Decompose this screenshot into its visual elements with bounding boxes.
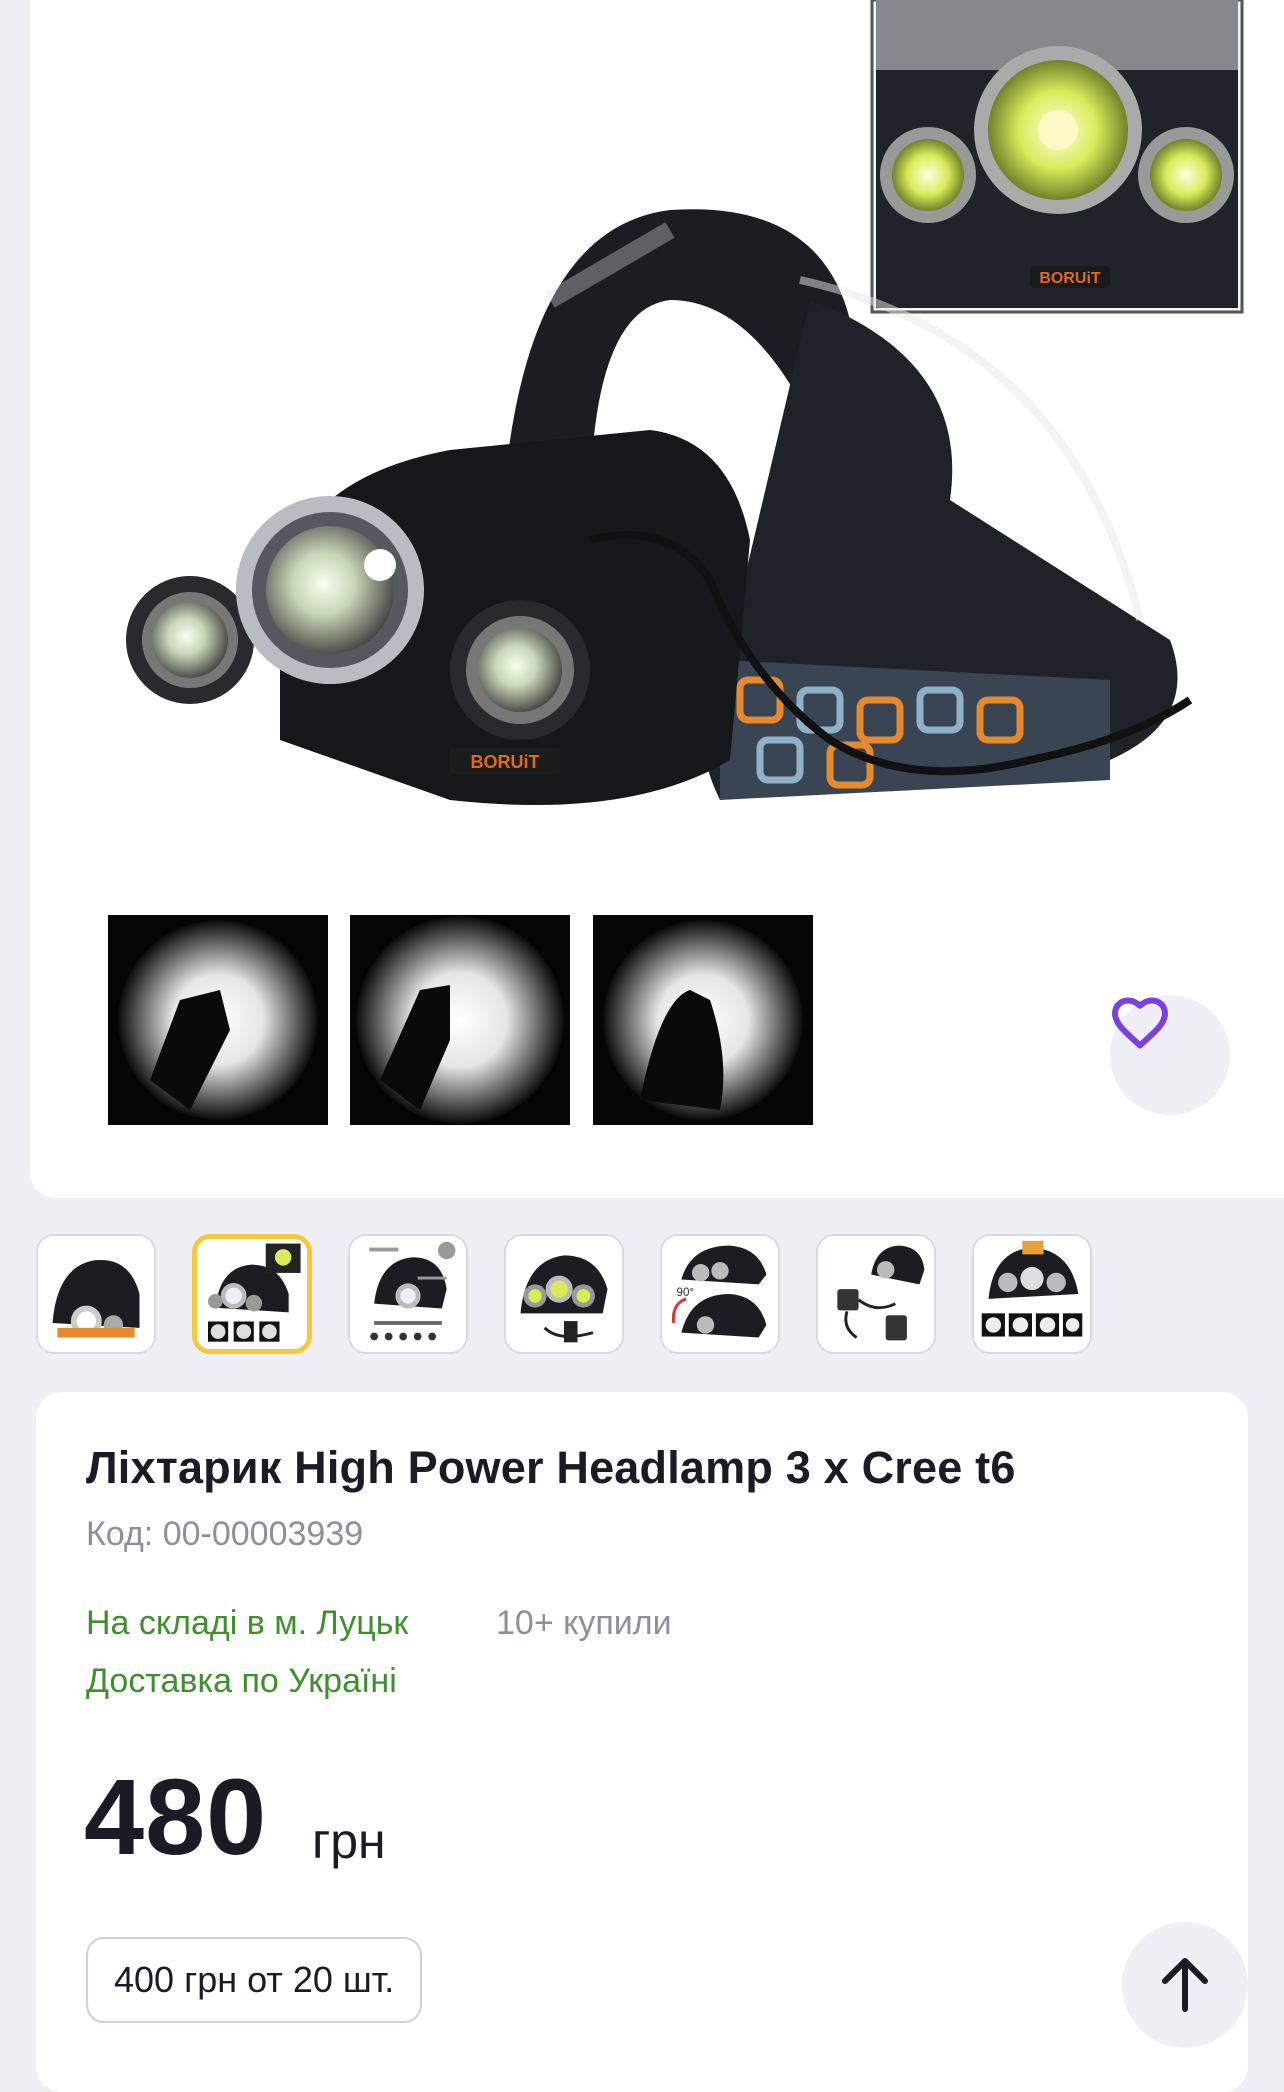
thumbnail-6[interactable] (816, 1234, 936, 1354)
scroll-to-top-button[interactable] (1122, 1922, 1248, 2048)
thumbnail-1[interactable] (36, 1234, 156, 1354)
delivery-info: Доставка по Україні (86, 1662, 397, 1700)
svg-text:90°: 90° (677, 1286, 695, 1299)
product-price: 480 (84, 1756, 268, 1877)
thumbnail-4[interactable] (504, 1234, 624, 1354)
product-image-card[interactable]: BORUiT BORUiT (30, 0, 1284, 1198)
wholesale-price-badge[interactable]: 400 грн от 20 шт. (86, 1937, 423, 2023)
stock-status: На складі в м. Луцьк (86, 1604, 409, 1642)
product-code-label: Код: (86, 1515, 154, 1553)
body-brand-mark: BORUiT (471, 752, 540, 772)
wholesale-price-label: 400 грн от 20 шт. (114, 1959, 395, 2000)
thumbnail-strip: 90° (36, 1234, 1092, 1354)
product-info-card: Ліхтарик High Power Headlamp 3 x Cree t6… (36, 1392, 1248, 2092)
thumbnail-3[interactable] (348, 1234, 468, 1354)
thumbnail-2[interactable] (192, 1234, 312, 1354)
inset-brand-mark: BORUiT (1039, 270, 1101, 287)
product-code-value: 00-00003939 (162, 1515, 364, 1553)
product-main-image: BORUiT BORUiT (108, 0, 1244, 1125)
heart-icon (1112, 997, 1168, 1049)
arrow-up-icon (1162, 1958, 1208, 2012)
product-title: Ліхтарик High Power Headlamp 3 x Cree t6 (86, 1442, 1016, 1493)
thumbnail-5[interactable]: 90° (660, 1234, 780, 1354)
price-currency: грн (312, 1813, 386, 1869)
thumbnail-7[interactable] (972, 1234, 1092, 1354)
product-code: Код: 00-00003939 (86, 1515, 363, 1554)
add-to-favorites-button[interactable] (1110, 995, 1230, 1115)
bought-count: 10+ купили (496, 1604, 672, 1642)
